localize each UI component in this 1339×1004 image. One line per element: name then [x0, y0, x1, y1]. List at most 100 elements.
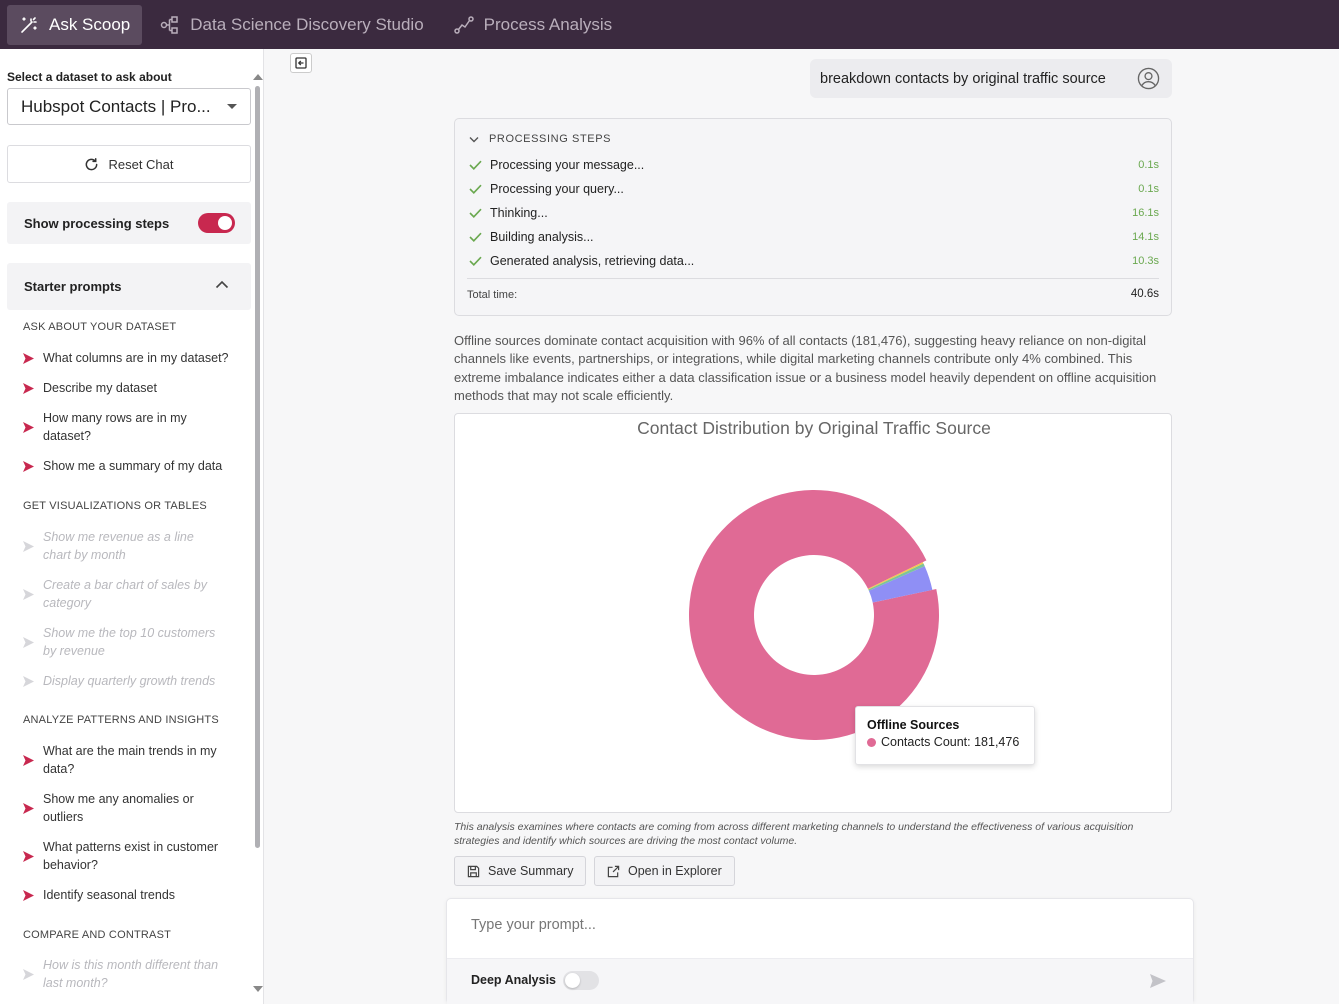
step-time: 14.1s: [1132, 231, 1159, 243]
step-label: Processing your query...: [490, 182, 624, 196]
dataset-value: Hubspot Contacts | Pro...: [21, 96, 211, 116]
divider: [467, 278, 1159, 279]
collapse-left-icon: [295, 57, 307, 69]
starter-prompt-item[interactable]: Identify seasonal trends: [23, 886, 238, 904]
open-in-explorer-button[interactable]: Open in Explorer: [594, 856, 735, 886]
send-arrow-icon: [23, 850, 34, 862]
sidebar-scrollbar[interactable]: [255, 86, 260, 848]
step-label: Generated analysis, retrieving data...: [490, 254, 695, 268]
check-icon: [469, 208, 482, 218]
tooltip-row: Contacts Count: 181,476: [867, 735, 1034, 749]
step-label: Thinking...: [490, 206, 548, 220]
processing-step: Generated analysis, retrieving data... 1…: [469, 254, 1159, 268]
send-arrow-icon: [23, 460, 34, 472]
prompt-text: Show me any anomalies or outliers: [43, 792, 194, 824]
section-title: ANALYZE PATTERNS AND INSIGHTS: [23, 714, 219, 726]
step-label: Processing your message...: [490, 158, 645, 172]
prompt-text: Create a bar chart of sales by category: [43, 578, 207, 610]
processing-step: Processing your query... 0.1s: [469, 182, 1159, 196]
processing-step: Processing your message... 0.1s: [469, 158, 1159, 172]
send-arrow-icon: [23, 968, 34, 980]
tooltip-title: Offline Sources: [867, 718, 960, 732]
check-icon: [469, 256, 482, 266]
starter-prompt-item[interactable]: Show me a summary of my data: [23, 457, 238, 475]
total-time-label: Total time:: [467, 289, 518, 301]
send-arrow-icon: [23, 889, 34, 901]
sidebar: Select a dataset to ask about Hubspot Co…: [0, 49, 264, 1004]
prompt-text: Display quarterly growth trends: [43, 674, 216, 688]
step-label: Building analysis...: [490, 230, 594, 244]
chevron-up-icon: [215, 280, 229, 289]
check-icon: [469, 184, 482, 194]
starter-prompt-item[interactable]: Create a bar chart of sales by category: [23, 576, 223, 612]
starter-prompt-item[interactable]: How many rows are in my dataset?: [23, 409, 203, 445]
check-icon: [469, 232, 482, 242]
prompt-text: How is this month different than last mo…: [43, 958, 219, 990]
save-summary-button[interactable]: Save Summary: [454, 856, 587, 886]
prompt-text: Identify seasonal trends: [43, 888, 176, 902]
prompt-text: Show me revenue as a line chart by month: [43, 530, 194, 562]
scroll-down-arrow-icon[interactable]: [253, 986, 263, 992]
starter-prompts-header[interactable]: Starter prompts: [7, 263, 251, 310]
deep-analysis-label: Deep Analysis: [471, 973, 556, 987]
reset-chat-button[interactable]: Reset Chat: [7, 145, 251, 183]
starter-prompts-label: Starter prompts: [24, 279, 122, 294]
send-icon[interactable]: [1149, 972, 1167, 990]
starter-prompt-item[interactable]: Show me revenue as a line chart by month: [23, 528, 223, 564]
send-arrow-icon: [23, 352, 34, 364]
starter-prompt-item[interactable]: What are the main trends in my data?: [23, 742, 223, 778]
collapse-sidebar-button[interactable]: [290, 53, 312, 73]
user-message-text: breakdown contacts by original traffic s…: [820, 70, 1106, 87]
analysis-summary-text: Offline sources dominate contact acquisi…: [454, 333, 1157, 403]
trend-line-icon: [453, 15, 474, 34]
step-time: 10.3s: [1132, 255, 1159, 267]
starter-prompt-item[interactable]: What patterns exist in customer behavior…: [23, 838, 238, 874]
step-time: 16.1s: [1132, 207, 1159, 219]
prompt-text: How many rows are in my dataset?: [43, 411, 187, 443]
tab-process-analysis[interactable]: Process Analysis: [442, 5, 625, 45]
prompt-text: What are the main trends in my data?: [43, 744, 217, 776]
save-icon: [467, 865, 480, 877]
starter-prompt-item[interactable]: Describe my dataset: [23, 379, 238, 397]
starter-prompt-item[interactable]: Display quarterly growth trends: [23, 672, 238, 690]
prompt-text: What patterns exist in customer behavior…: [43, 840, 219, 872]
prompt-text: What columns are in my dataset?: [43, 351, 229, 365]
show-processing-steps-toggle[interactable]: [198, 213, 235, 233]
prompt-input[interactable]: [457, 907, 1177, 943]
chart-card: Contact Distribution by Original Traffic…: [454, 413, 1172, 813]
starter-prompt-item[interactable]: How is this month different than last mo…: [23, 956, 223, 992]
tab-label: Data Science Discovery Studio: [190, 14, 424, 34]
save-summary-label: Save Summary: [488, 864, 574, 878]
prompt-text: Describe my dataset: [43, 381, 157, 395]
starter-prompt-item[interactable]: What columns are in my dataset?: [23, 349, 238, 367]
deep-analysis-toggle[interactable]: [563, 971, 599, 990]
starter-prompt-item[interactable]: Show me the top 10 customers by revenue: [23, 624, 223, 660]
send-arrow-icon: [23, 675, 34, 687]
starter-prompt-item[interactable]: Show me any anomalies or outliers: [23, 790, 213, 826]
dataset-select[interactable]: Hubspot Contacts | Pro...: [7, 88, 251, 125]
scroll-up-arrow-icon[interactable]: [253, 74, 263, 80]
send-arrow-icon: [23, 802, 34, 814]
tooltip-value: Contacts Count: 181,476: [881, 735, 1020, 749]
processing-step: Thinking... 16.1s: [469, 206, 1159, 220]
prompt-composer: Deep Analysis: [446, 898, 1194, 1004]
donut-chart: [689, 490, 940, 741]
analysis-caption: This analysis examines where contacts ar…: [454, 821, 1134, 847]
processing-steps-title: PROCESSING STEPS: [489, 133, 612, 145]
legend-dot-icon: [867, 737, 876, 747]
dataset-label: Select a dataset to ask about: [7, 70, 172, 84]
refresh-icon: [86, 157, 98, 170]
magic-wand-icon: [21, 16, 37, 33]
send-arrow-icon: [23, 540, 34, 552]
send-arrow-icon: [23, 421, 34, 433]
section-title: GET VISUALIZATIONS OR TABLES: [23, 500, 207, 512]
tab-ask-scoop[interactable]: Ask Scoop: [7, 4, 143, 45]
section-title: COMPARE AND CONTRAST: [23, 929, 172, 941]
send-arrow-icon: [23, 382, 34, 394]
send-arrow-icon: [23, 636, 34, 648]
open-in-explorer-label: Open in Explorer: [628, 864, 722, 878]
donut-slice-offline-sources[interactable]: [689, 490, 940, 741]
processing-steps-header[interactable]: PROCESSING STEPS: [469, 133, 611, 145]
tab-data-science-discovery-studio[interactable]: Data Science Discovery Studio: [148, 5, 435, 45]
external-link-icon: [607, 865, 620, 877]
